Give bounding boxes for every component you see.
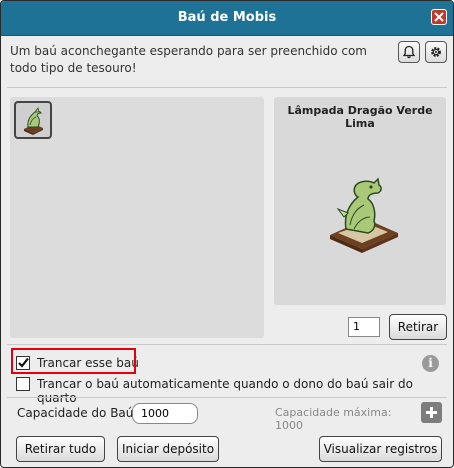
item-name: Lâmpada Dragão Verde Lima xyxy=(287,104,433,130)
green-dragon-lamp-icon xyxy=(24,107,43,135)
start-deposit-button[interactable]: Iniciar depósito xyxy=(117,436,219,462)
chest-description: Um baú aconchegante esperando para ser p… xyxy=(10,44,367,75)
withdraw-button[interactable]: Retirar xyxy=(389,314,447,340)
green-dragon-lamp-image xyxy=(330,177,398,253)
settings-button[interactable] xyxy=(425,41,447,63)
close-icon xyxy=(434,12,444,22)
autolock-label: Trancar o baú automaticamente quando o d… xyxy=(37,377,413,405)
furni-chest-window: Baú de Mobis Um baú aconchegante esperan… xyxy=(0,0,454,468)
plus-icon[interactable] xyxy=(421,402,442,423)
inventory-slot[interactable] xyxy=(14,101,52,139)
autolock-checkbox[interactable] xyxy=(16,377,30,391)
notification-button[interactable] xyxy=(398,41,420,63)
max-capacity-label: Capacidade máxima: 1000 xyxy=(275,406,392,432)
bell-icon xyxy=(402,45,416,59)
capacity-divider xyxy=(7,397,447,398)
view-logs-button[interactable]: Visualizar registros xyxy=(319,436,442,462)
window-title: Baú de Mobis xyxy=(177,10,277,25)
header-divider xyxy=(7,87,447,88)
withdraw-quantity-input[interactable]: 1 xyxy=(348,317,380,337)
item-preview-panel: Lâmpada Dragão Verde Lima xyxy=(274,97,446,305)
options-divider xyxy=(7,344,447,345)
title-bar[interactable]: Baú de Mobis xyxy=(1,1,453,36)
gear-icon xyxy=(431,47,441,57)
capacity-input[interactable]: 1000 xyxy=(132,403,198,424)
lock-option-highlight xyxy=(11,348,136,374)
capacity-label: Capacidade do Baú: xyxy=(17,406,138,420)
info-icon[interactable]: i xyxy=(422,355,439,372)
withdraw-all-button[interactable]: Retirar tudo xyxy=(16,436,105,462)
inventory-grid xyxy=(10,97,264,338)
close-button[interactable] xyxy=(431,9,447,25)
